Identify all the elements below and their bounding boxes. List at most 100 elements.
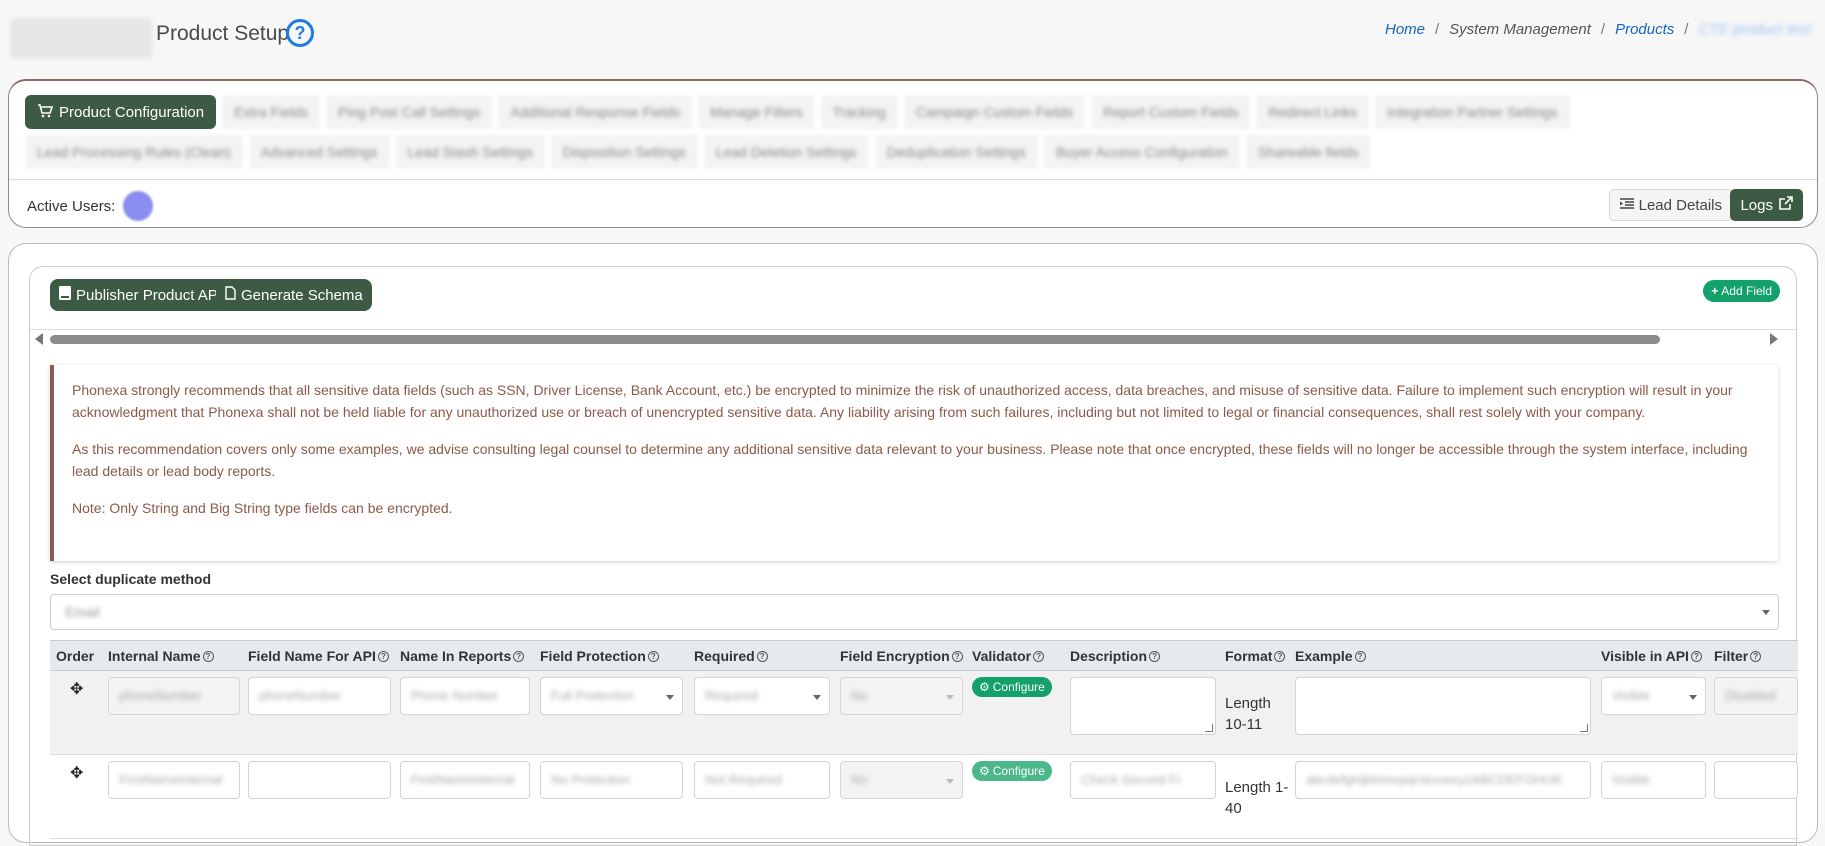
- drag-handle-icon[interactable]: ✥: [70, 679, 83, 699]
- report-name-input[interactable]: Phone Number: [400, 677, 530, 715]
- help-icon[interactable]: ?: [202, 650, 214, 662]
- api-name-input[interactable]: phoneNumber: [248, 677, 391, 715]
- tab-report-custom-fields[interactable]: Report Custom Fields: [1091, 95, 1251, 129]
- duplicate-method-value: Email: [65, 604, 101, 620]
- visible-in-api-select[interactable]: Visible: [1601, 677, 1706, 715]
- tab-buyer-access-configuration[interactable]: Buyer Access Configuration: [1043, 135, 1240, 169]
- encryption-select[interactable]: No: [840, 677, 963, 715]
- internal-name-input[interactable]: phoneNumber: [108, 677, 240, 715]
- tab-advanced-settings[interactable]: Advanced Settings: [248, 135, 390, 169]
- help-icon[interactable]: ?: [513, 650, 525, 662]
- required-select[interactable]: Not Required: [694, 761, 830, 799]
- page-title: Product Setup: [156, 22, 290, 45]
- internal-name-input[interactable]: FirstNameInternal: [108, 761, 240, 799]
- tab-lead-processing-rules[interactable]: Lead Processing Rules (Clean): [25, 135, 243, 169]
- header-label: Example: [1295, 648, 1353, 664]
- header-visible-in-api: Visible in API?: [1601, 648, 1702, 664]
- table-header: Order Internal Name? Field Name For API?…: [50, 640, 1798, 671]
- help-icon[interactable]: ?: [1354, 650, 1366, 662]
- configure-validator-button[interactable]: ⚙ Configure: [972, 677, 1052, 697]
- tab-additional-response-fields[interactable]: Additional Response Fields: [498, 95, 693, 129]
- tab-label: Campaign Custom Fields: [915, 104, 1074, 120]
- breadcrumb-separator: /: [1435, 21, 1440, 38]
- tab-campaign-custom-fields[interactable]: Campaign Custom Fields: [903, 95, 1086, 129]
- required-select[interactable]: Required: [694, 677, 830, 715]
- description-textarea[interactable]: [1070, 677, 1216, 735]
- header-required: Required?: [694, 648, 768, 664]
- resize-handle-icon[interactable]: [1205, 724, 1213, 732]
- tab-disposition-settings[interactable]: Disposition Settings: [550, 135, 698, 169]
- resize-handle-icon[interactable]: [1580, 724, 1588, 732]
- publisher-product-api-label: Publisher Product API: [76, 286, 222, 304]
- help-icon[interactable]: ?: [951, 650, 963, 662]
- encryption-value: No: [851, 772, 868, 787]
- tab-tracking[interactable]: Tracking: [820, 95, 898, 129]
- filter-select[interactable]: Disabled: [1714, 677, 1798, 715]
- tab-integration-settings[interactable]: Integration Partner Settings: [1375, 95, 1570, 129]
- tab-ping-post-call-settings[interactable]: Ping Post Call Settings: [326, 95, 493, 129]
- gear-icon: ⚙: [979, 764, 990, 778]
- help-icon[interactable]: ?: [1149, 650, 1161, 662]
- visible-value: Visible: [1612, 688, 1651, 703]
- horizontal-scrollbar[interactable]: [30, 329, 1796, 345]
- drag-handle-icon[interactable]: ✥: [70, 763, 83, 783]
- header-filter: Filter?: [1714, 648, 1762, 664]
- visible-in-api-select[interactable]: Visible: [1601, 761, 1706, 799]
- breadcrumb-home[interactable]: Home: [1385, 21, 1425, 38]
- help-icon[interactable]: ?: [377, 650, 389, 662]
- publisher-product-api-button[interactable]: Publisher Product API: [50, 279, 231, 311]
- chevron-down-icon: [946, 779, 954, 784]
- warning-paragraph-1: Phonexa strongly recommends that all sen…: [72, 382, 1733, 420]
- external-link-icon: [1779, 196, 1793, 214]
- protection-select[interactable]: No Protection: [540, 761, 683, 799]
- api-name-input[interactable]: [248, 761, 391, 799]
- help-icon[interactable]: ?: [1750, 650, 1762, 662]
- generate-schema-button[interactable]: Generate Schema: [216, 279, 372, 311]
- tab-label: Additional Response Fields: [510, 104, 681, 120]
- configure-validator-button[interactable]: ⚙ Configure: [972, 761, 1052, 781]
- add-field-button[interactable]: + Add Field: [1703, 280, 1780, 302]
- encryption-select[interactable]: No: [840, 761, 963, 799]
- breadcrumb-products[interactable]: Products: [1615, 21, 1674, 38]
- tab-label: Shareable fields: [1257, 144, 1359, 160]
- tab-lead-deletion-settings[interactable]: Lead Deletion Settings: [703, 135, 869, 169]
- example-textarea[interactable]: [1295, 677, 1591, 735]
- help-icon[interactable]: ?: [756, 650, 768, 662]
- tab-label: Lead Processing Rules (Clean): [37, 144, 231, 160]
- lead-details-button[interactable]: Lead Details: [1608, 189, 1733, 221]
- filter-select[interactable]: [1714, 761, 1798, 799]
- fields-table: Order Internal Name? Field Name For API?…: [50, 640, 1798, 839]
- header-name-in-reports: Name In Reports?: [400, 648, 525, 664]
- header-label: Format: [1225, 648, 1273, 664]
- tab-shareable-fields[interactable]: Shareable fields: [1245, 135, 1371, 169]
- question-circle-icon[interactable]: ?: [286, 19, 314, 47]
- scroll-left-icon[interactable]: [35, 333, 43, 345]
- breadcrumb-current-product[interactable]: CTE product test: [1698, 21, 1811, 38]
- protection-select[interactable]: Full Protection: [540, 677, 683, 715]
- description-input[interactable]: Check Second Fi: [1070, 761, 1216, 799]
- avatar[interactable]: [123, 191, 154, 221]
- tab-manage-filters[interactable]: Manage Filters: [698, 95, 815, 129]
- example-value: abcdefghijklmnopqrstuvwxyzABCDEFGHIJK: [1306, 772, 1563, 787]
- help-icon[interactable]: ?: [1274, 650, 1286, 662]
- report-name-input[interactable]: FirstNameInternal: [400, 761, 530, 799]
- tab-lead-stash-settings[interactable]: Lead Stash Settings: [395, 135, 545, 169]
- tab-label: Integration Partner Settings: [1387, 104, 1558, 120]
- tab-deduplication-settings[interactable]: Deduplication Settings: [874, 135, 1038, 169]
- tab-label: Manage Filters: [710, 104, 803, 120]
- scroll-right-icon[interactable]: [1770, 333, 1778, 345]
- duplicate-method-select[interactable]: Email: [50, 594, 1779, 630]
- protection-value: No Protection: [551, 772, 630, 787]
- help-icon[interactable]: ?: [1690, 650, 1702, 662]
- tab-extra-fields[interactable]: Extra Fields: [222, 95, 321, 129]
- scroll-thumb[interactable]: [50, 335, 1660, 344]
- help-icon[interactable]: ?: [1033, 650, 1045, 662]
- example-input[interactable]: abcdefghijklmnopqrstuvwxyzABCDEFGHIJK: [1295, 761, 1591, 799]
- duplicate-method-label: Select duplicate method: [50, 571, 212, 587]
- help-icon[interactable]: ?: [647, 650, 659, 662]
- tab-product-configuration[interactable]: Product Configuration: [25, 95, 217, 129]
- logs-button[interactable]: Logs: [1730, 189, 1803, 221]
- tab-label: Advanced Settings: [260, 144, 378, 160]
- tab-redirect-links[interactable]: Redirect Links: [1256, 95, 1370, 129]
- header-label: Name In Reports: [400, 648, 512, 664]
